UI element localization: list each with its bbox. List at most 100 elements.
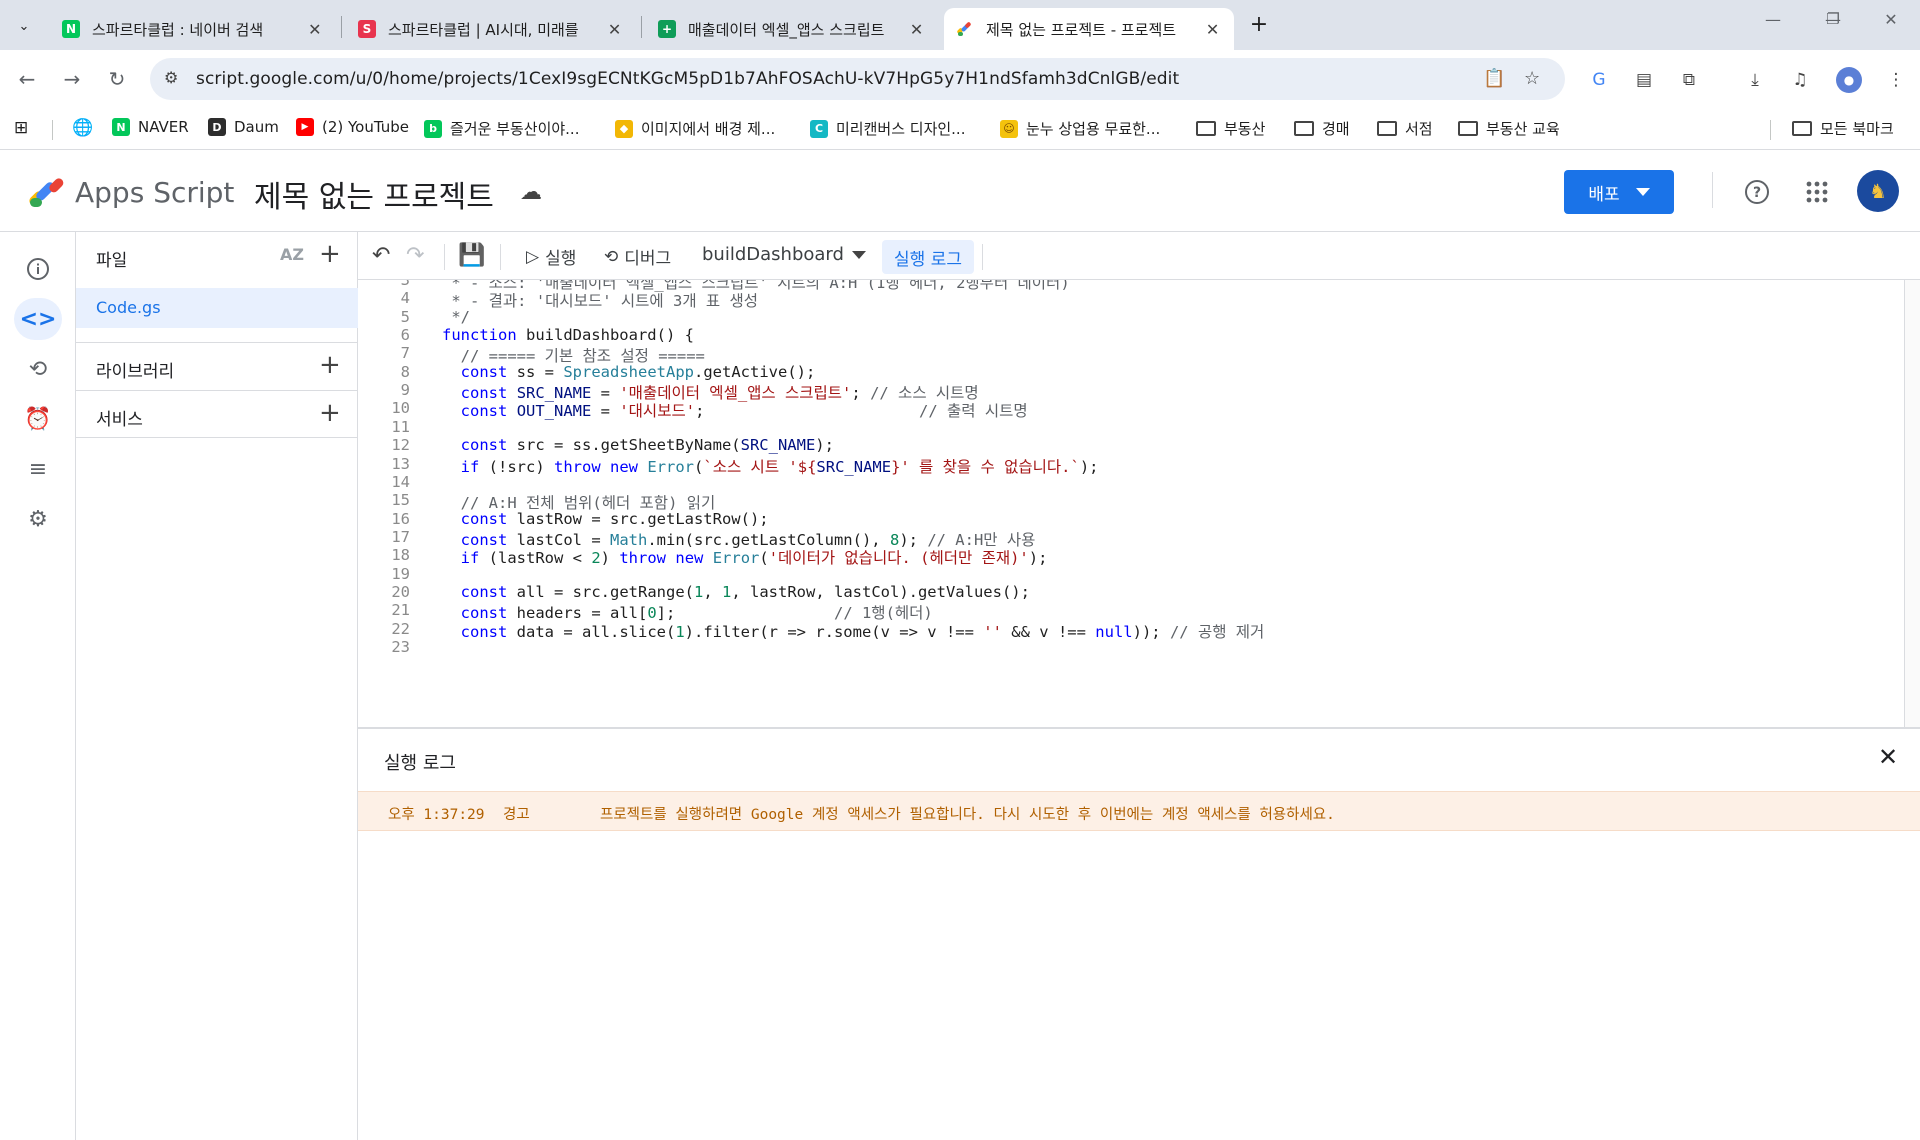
browser-menu-icon[interactable]: ⋮ [1884, 68, 1908, 92]
bookmark-blog[interactable]: b 즐거운 부동산이야... [424, 118, 579, 139]
bookmark-youtube[interactable]: ▶ (2) YouTube [296, 118, 409, 136]
line-number: 4 [400, 289, 410, 308]
sort-az-icon[interactable]: AZ [280, 245, 304, 264]
execution-log-button[interactable]: 실행 로그 [882, 240, 974, 274]
files-header: 파일 AZ + [76, 232, 358, 280]
all-bookmarks[interactable]: 모든 북마크 [1792, 118, 1894, 139]
minimize-icon[interactable]: — [1758, 10, 1788, 29]
code-text[interactable]: const ss = SpreadsheetApp.getActive(); [442, 363, 816, 381]
site-settings-icon[interactable]: ⚙ [164, 68, 178, 87]
close-window-icon[interactable]: ✕ [1876, 10, 1906, 29]
code-text[interactable]: function buildDashboard() { [442, 326, 694, 344]
code-text[interactable]: const lastRow = src.getLastRow(); [442, 510, 769, 528]
bookmark-daum[interactable]: D Daum [208, 118, 279, 136]
code-text[interactable]: const src = ss.getSheetByName(SRC_NAME); [442, 436, 834, 454]
bookmark-label: 눈누 상업용 무료한... [1026, 120, 1161, 138]
bookmark-remove-bg[interactable]: ◆ 이미지에서 배경 제... [615, 118, 775, 139]
line-number: 3 [400, 280, 410, 289]
services-section: 서비스 + [76, 390, 358, 438]
browser-tab-naver[interactable]: N 스파르타클럽 : 네이버 검색 ✕ [50, 8, 336, 50]
debug-button[interactable]: ⟲ 디버그 [604, 244, 671, 270]
history-icon[interactable]: ⟲ [14, 348, 62, 390]
bookmark-naver[interactable]: N NAVER [112, 118, 189, 136]
settings-gear-icon[interactable]: ⚙ [14, 498, 62, 540]
line-number: 11 [391, 417, 410, 436]
new-tab-icon[interactable]: + [1245, 12, 1273, 37]
bookmarks-bar: ⊞ 🌐 N NAVER D Daum ▶ (2) YouTube b 즐거운 부동산이야… [0, 108, 1920, 150]
code-editor[interactable]: 3 * - 소스: '매출데이터 엑셀_앱스 스크립트' 시트의 A:H (1행… [358, 280, 1920, 727]
add-service-icon[interactable]: + [319, 400, 341, 426]
close-log-icon[interactable]: ✕ [1878, 743, 1898, 771]
bookmark-label: 서점 [1405, 120, 1433, 138]
bookmark-folder-realestate[interactable]: 부동산 [1196, 118, 1265, 139]
bookmark-noonnu[interactable]: ☺ 눈누 상업용 무료한... [1000, 118, 1160, 139]
code-text[interactable]: const all = src.getRange(1, 1, lastRow, … [442, 583, 1030, 601]
apps-grid-icon[interactable]: ⊞ [14, 118, 28, 138]
bookmark-label: 부동산 교육 [1486, 120, 1560, 138]
deploy-button[interactable]: 배포 [1564, 170, 1674, 214]
file-item-code-gs[interactable]: Code.gs [76, 288, 358, 328]
forward-icon[interactable]: → [57, 64, 87, 94]
undo-icon[interactable]: ↶ [372, 243, 390, 268]
bookmark-folder-education[interactable]: 부동산 교육 [1458, 118, 1560, 139]
run-button[interactable]: ▷ 실행 [526, 244, 577, 270]
overview-info-icon[interactable] [14, 248, 62, 290]
close-icon[interactable]: ✕ [306, 20, 324, 39]
url-text[interactable]: script.google.com/u/0/home/projects/1Cex… [196, 69, 1179, 89]
browser-tab-sparta[interactable]: S 스파르타클럽 | AI시대, 미래를 ✕ [346, 8, 636, 50]
add-library-icon[interactable]: + [319, 352, 341, 378]
bookmark-miricanvas[interactable]: C 미리캔버스 디자인... [810, 118, 965, 139]
play-icon: ▷ [526, 246, 540, 267]
profile-icon[interactable]: ● [1836, 67, 1862, 93]
bookmark-folder-auction[interactable]: 경매 [1294, 118, 1350, 139]
google-apps-icon[interactable] [1801, 176, 1833, 208]
run-label: 실행 [545, 249, 577, 269]
download-icon[interactable]: ⤓ [1743, 68, 1767, 92]
bookmark-folder-bookstore[interactable]: 서점 [1377, 118, 1433, 139]
editor-code-icon[interactable]: <> [14, 298, 62, 340]
bookmark-label: Daum [234, 118, 279, 136]
log-level: 경고 [503, 807, 530, 823]
code-text[interactable]: */ [442, 308, 470, 326]
line-number: 10 [391, 399, 410, 418]
executions-list-icon[interactable]: ≡ [14, 448, 62, 490]
daum-icon: D [208, 118, 226, 136]
line-number: 8 [400, 362, 410, 381]
account-avatar[interactable]: ♞ [1857, 170, 1899, 212]
close-icon[interactable]: ✕ [907, 20, 926, 39]
apps-script-logo-icon[interactable] [26, 174, 68, 208]
files-title: 파일 [96, 251, 128, 271]
reader-mode-icon[interactable]: ▤ [1632, 68, 1656, 92]
editor-scrollbar[interactable] [1904, 280, 1920, 727]
triggers-alarm-icon[interactable]: ⏰ [14, 398, 62, 440]
folder-icon [1294, 121, 1314, 136]
restore-icon[interactable]: ❐ [1818, 10, 1848, 28]
save-icon[interactable]: 💾 [458, 243, 485, 268]
add-file-icon[interactable]: + [319, 241, 341, 267]
clipboard-icon[interactable]: 📋 [1483, 68, 1505, 89]
extensions-icon[interactable]: ⧉ [1677, 68, 1701, 92]
line-number: 18 [391, 546, 410, 565]
function-select[interactable]: buildDashboard [702, 244, 866, 265]
help-icon[interactable]: ? [1741, 176, 1773, 208]
browser-tab-apps-script[interactable]: 제목 없는 프로젝트 - 프로젝트 ✕ [944, 8, 1234, 50]
browser-tab-sheets[interactable]: + 매출데이터 엑셀_앱스 스크립트 ✕ [646, 8, 938, 50]
address-bar[interactable]: ⚙ script.google.com/u/0/home/projects/1C… [150, 58, 1565, 100]
line-number: 22 [391, 619, 410, 638]
back-icon[interactable]: ← [12, 64, 42, 94]
line-number: 9 [400, 381, 410, 400]
media-control-icon[interactable]: ♫ [1788, 68, 1812, 92]
tab-search-chevron-icon[interactable]: ⌄ [10, 12, 38, 40]
close-icon[interactable]: ✕ [1203, 20, 1222, 39]
globe-icon[interactable]: 🌐 [72, 118, 93, 138]
close-icon[interactable]: ✕ [605, 20, 624, 39]
bookmark-star-icon[interactable]: ☆ [1524, 68, 1540, 89]
app-name[interactable]: Apps Script [75, 176, 234, 209]
redo-icon[interactable]: ↷ [406, 243, 424, 268]
editor-toolbar: ↶ ↷ 💾 ▷ 실행 ⟲ 디버그 buildDashboard 실행 로그 [358, 232, 1920, 280]
reload-icon[interactable]: ↻ [102, 64, 132, 94]
code-line[interactable]: 23 [358, 638, 1898, 661]
project-title[interactable]: 제목 없는 프로젝트 [254, 172, 494, 216]
translate-icon[interactable]: G [1587, 68, 1611, 92]
folder-icon [1792, 121, 1812, 136]
